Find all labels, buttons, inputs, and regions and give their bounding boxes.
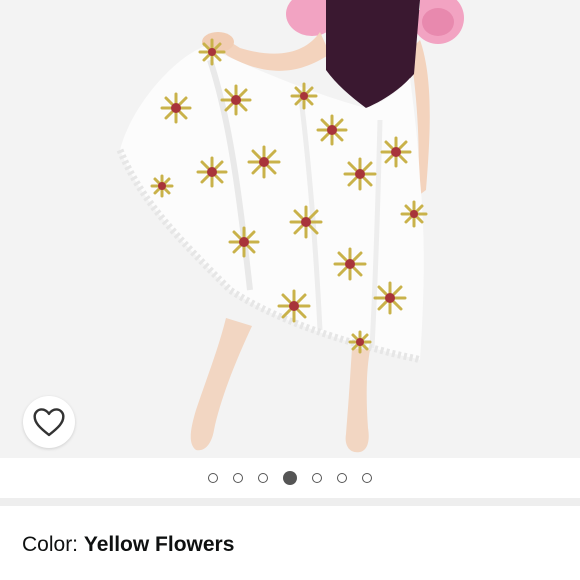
carousel-dot[interactable] [312,473,322,483]
color-value: Yellow Flowers [83,533,235,556]
carousel-dot[interactable] [362,473,372,483]
carousel-dot[interactable] [258,473,268,483]
carousel-page-indicator [0,458,580,498]
section-divider [0,498,580,506]
carousel-dot[interactable] [283,471,297,485]
heart-outline-icon [33,408,65,437]
color-selection-label: Color: Yellow Flowers [22,533,234,557]
carousel-dot[interactable] [208,473,218,483]
carousel-dot[interactable] [233,473,243,483]
product-detail-screen: Color: Yellow Flowers [0,0,580,580]
carousel-dot[interactable] [337,473,347,483]
product-image-carousel[interactable] [0,0,580,458]
product-photo [116,0,464,453]
color-label: Color: [22,533,84,556]
wishlist-button[interactable] [23,396,75,448]
